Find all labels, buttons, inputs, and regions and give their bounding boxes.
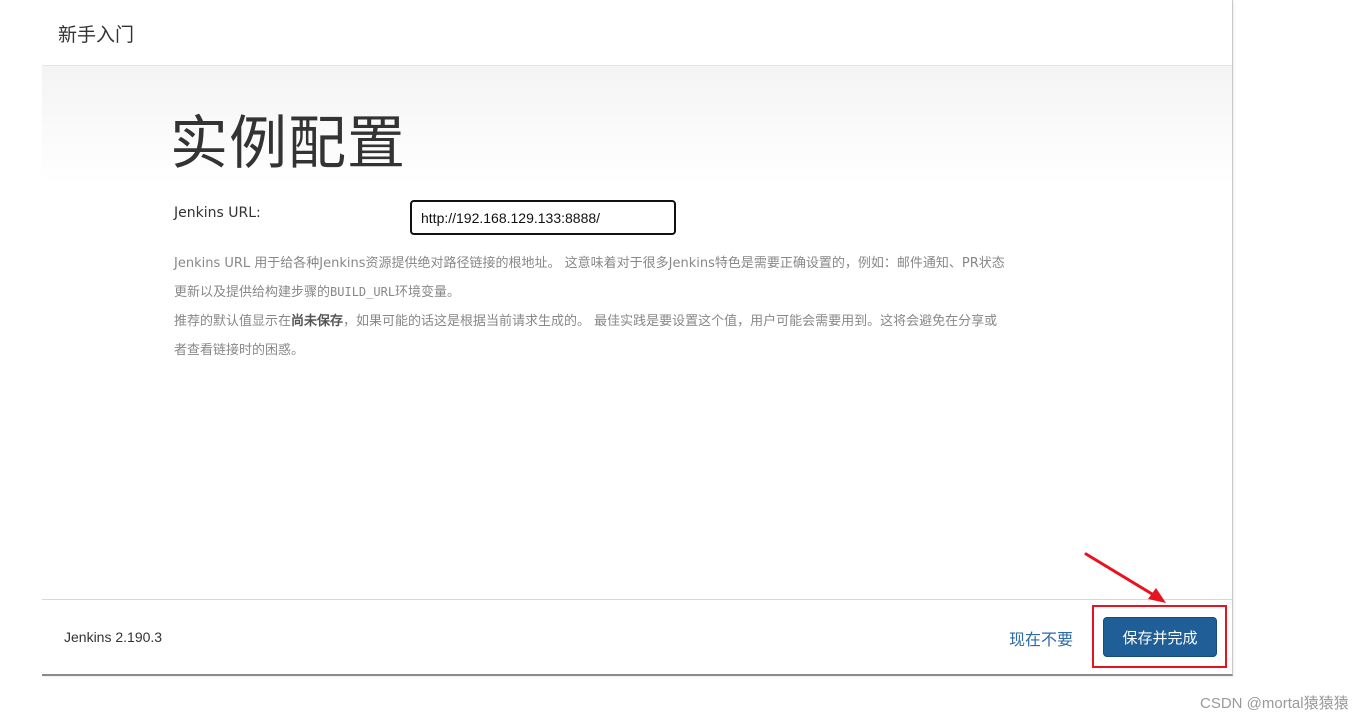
help-line-1: Jenkins URL 用于给各种Jenkins资源提供绝对路径链接的根地址。 …	[174, 256, 1005, 271]
skip-link[interactable]: 现在不要	[1009, 626, 1073, 650]
setup-wizard-panel: 新手入门 实例配置 Jenkins URL: Jenkins URL 用于给各种…	[42, 0, 1233, 676]
watermark: CSDN @mortal猿猿猿	[1200, 695, 1349, 712]
panel-body: 实例配置 Jenkins URL: Jenkins URL 用于给各种Jenki…	[42, 66, 1232, 599]
unsaved-emphasis: 尚未保存	[291, 314, 344, 329]
save-and-finish-button[interactable]: 保存并完成	[1103, 617, 1217, 657]
help-text: Jenkins URL 用于给各种Jenkins资源提供绝对路径链接的根地址。 …	[174, 249, 1104, 365]
panel-title: 新手入门	[58, 24, 135, 46]
build-url-code: BUILD_URL	[330, 285, 396, 299]
help-line-4: 者查看链接时的困惑。	[174, 343, 305, 358]
help-line-2: 更新以及提供给构建步骤的BUILD_URL环境变量。	[174, 285, 461, 300]
jenkins-version: Jenkins 2.190.3	[64, 629, 163, 645]
jenkins-url-label: Jenkins URL:	[174, 205, 261, 221]
page-title: 实例配置	[170, 109, 407, 177]
help-line-3: 推荐的默认值显示在尚未保存，如果可能的话这是根据当前请求生成的。 最佳实践是要设…	[174, 314, 998, 329]
panel-footer: Jenkins 2.190.3 现在不要 保存并完成	[42, 599, 1232, 674]
panel-header: 新手入门	[42, 0, 1232, 66]
jenkins-url-input[interactable]	[410, 200, 676, 235]
